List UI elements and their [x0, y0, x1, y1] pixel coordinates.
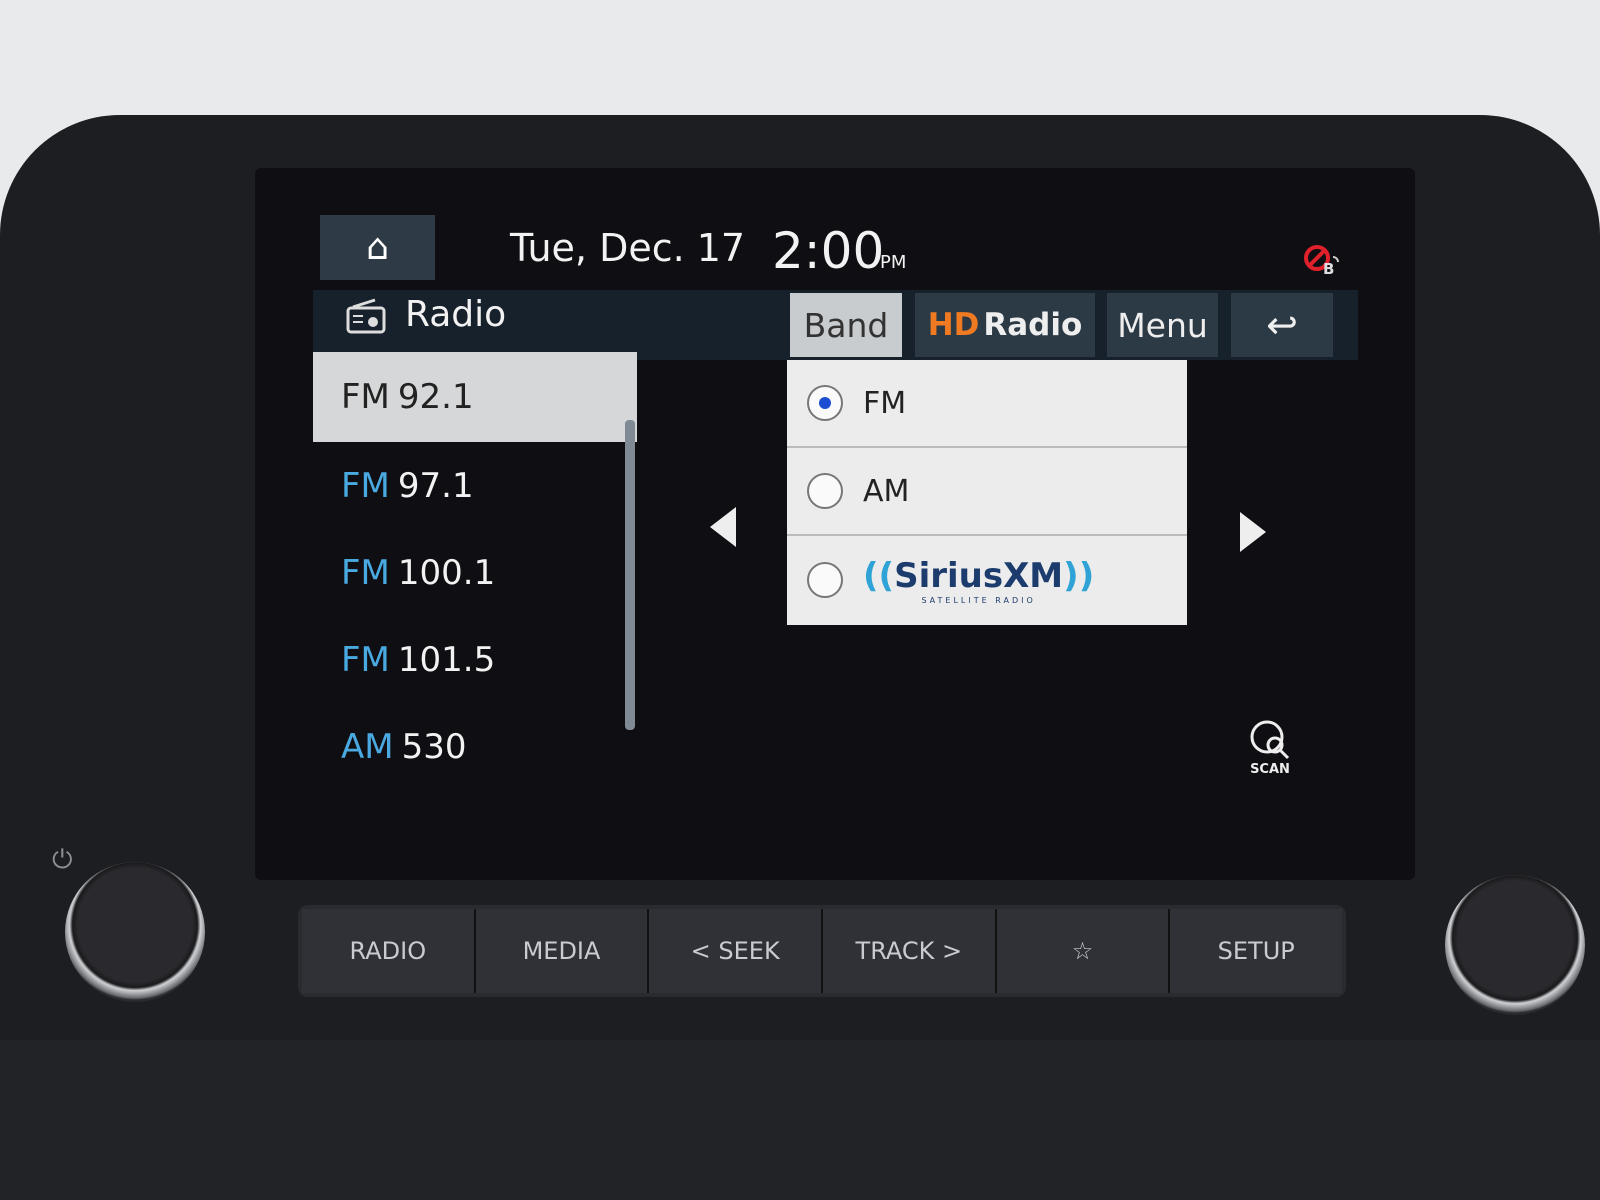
scan-label: SCAN [1250, 762, 1290, 777]
band-dropdown: FM AM ((SiriusXM)) SATELLITE RADIO [787, 360, 1187, 625]
preset-item[interactable]: AM 530 [313, 703, 637, 790]
preset-band: FM [341, 377, 390, 417]
option-label: AM [863, 473, 910, 509]
hd-logo: HD [927, 307, 980, 343]
clock: 2:00 [772, 222, 885, 280]
home-button[interactable]: ⌂ [320, 215, 435, 280]
preset-frequency: 101.5 [397, 639, 496, 680]
preset-band: FM [341, 465, 390, 506]
preset-band: FM [341, 552, 390, 593]
preset-list: FM 92.1 FM 97.1 FM 100.1 FM 101.5 AM 530 [313, 352, 637, 790]
home-icon: ⌂ [366, 227, 389, 268]
preset-band: FM [341, 639, 390, 680]
scan-button[interactable]: SCAN [1240, 718, 1300, 783]
preset-frequency: 97.1 [397, 465, 474, 506]
hd-radio-label: Radio [983, 307, 1083, 343]
siriusxm-logo: ((SiriusXM)) SATELLITE RADIO [863, 555, 1095, 605]
band-option-am[interactable]: AM [787, 448, 1187, 536]
radio-icon [346, 298, 386, 334]
clock-ampm: PM [880, 252, 907, 273]
previous-station-arrow-icon[interactable] [710, 507, 736, 547]
scan-icon [1250, 720, 1290, 760]
power-icon: ⏻ [52, 845, 73, 875]
radio-button[interactable] [807, 473, 843, 509]
radio-hardkey[interactable]: RADIO [302, 909, 476, 993]
preset-item[interactable]: FM 92.1 [313, 352, 637, 442]
list-scrollbar[interactable] [625, 420, 635, 730]
favorite-hardkey[interactable]: ☆ [996, 909, 1171, 993]
hardkey-bar: RADIO MEDIA < SEEK TRACK > ☆ SETUP [298, 905, 1346, 997]
dashboard-trim [0, 1040, 1600, 1200]
svg-text:B: B [1323, 260, 1334, 277]
band-option-siriusxm[interactable]: ((SiriusXM)) SATELLITE RADIO [787, 536, 1187, 624]
volume-knob[interactable] [65, 862, 205, 1002]
date: Tue, Dec. 17 [510, 226, 746, 270]
radio-button-selected[interactable] [807, 385, 843, 421]
preset-item[interactable]: FM 97.1 [313, 442, 637, 529]
preset-frequency: 530 [401, 726, 467, 767]
tune-knob[interactable] [1445, 875, 1585, 1015]
hd-radio-button[interactable]: HD Radio [915, 293, 1095, 357]
setup-hardkey[interactable]: SETUP [1170, 909, 1343, 993]
preset-frequency: 92.1 [397, 377, 474, 417]
track-hardkey[interactable]: TRACK > [823, 909, 997, 993]
seek-hardkey[interactable]: < SEEK [649, 909, 824, 993]
preset-band: AM [341, 726, 394, 767]
menu-button[interactable]: Menu [1107, 293, 1218, 357]
page-title: Radio [405, 294, 507, 335]
band-option-fm[interactable]: FM [787, 360, 1187, 448]
radio-button[interactable] [807, 562, 843, 598]
preset-item[interactable]: FM 100.1 [313, 529, 637, 616]
back-button[interactable]: ↩ [1231, 293, 1333, 357]
back-arrow-icon: ↩ [1266, 303, 1298, 347]
preset-item[interactable]: FM 101.5 [313, 616, 637, 703]
option-label: FM [863, 385, 907, 421]
band-button[interactable]: Band [790, 293, 902, 357]
next-station-arrow-icon[interactable] [1240, 512, 1266, 552]
media-hardkey[interactable]: MEDIA [475, 909, 650, 993]
preset-frequency: 100.1 [397, 552, 496, 593]
bluetooth-disconnected-icon: B [1304, 245, 1339, 277]
